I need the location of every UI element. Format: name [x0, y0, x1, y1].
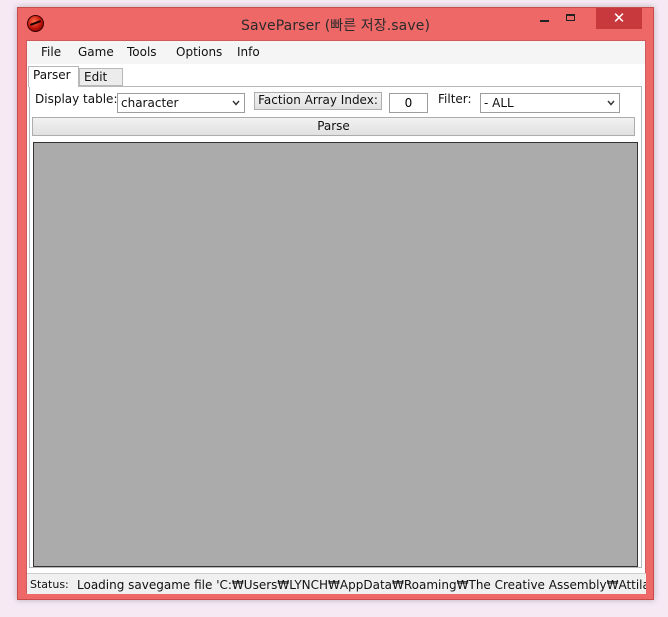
filter-value: - ALL: [484, 96, 514, 110]
faction-array-index-button[interactable]: Faction Array Index:: [254, 92, 382, 110]
minimize-icon: [540, 20, 549, 22]
menu-game[interactable]: Game: [78, 45, 114, 59]
tab-parser[interactable]: Parser: [28, 66, 79, 87]
client-area: File Game Tools Options Info Parser Edit…: [26, 40, 646, 594]
status-text: Loading savegame file 'C:₩Users₩LYNCH₩Ap…: [77, 578, 646, 592]
tab-strip: Parser Edit: [27, 64, 645, 87]
maximize-icon: [566, 14, 575, 21]
status-bar: Status: Loading savegame file 'C:₩Users₩…: [27, 573, 646, 594]
menu-file[interactable]: File: [41, 45, 61, 59]
menu-tools[interactable]: Tools: [127, 45, 157, 59]
chevron-down-icon: [232, 100, 240, 106]
display-table-value: character: [121, 96, 179, 110]
parse-button[interactable]: Parse: [32, 117, 635, 136]
menu-options[interactable]: Options: [176, 45, 222, 59]
tab-edit[interactable]: Edit: [79, 68, 123, 86]
app-window: SaveParser (빠른 저장.save) ✕ File Game Tool…: [17, 7, 654, 600]
maximize-button[interactable]: [558, 8, 585, 29]
close-button[interactable]: ✕: [596, 8, 642, 29]
filter-label: Filter:: [438, 92, 472, 106]
menu-info[interactable]: Info: [237, 45, 260, 59]
close-icon: ✕: [612, 9, 626, 27]
minimize-button[interactable]: [532, 8, 558, 29]
filter-select[interactable]: - ALL: [480, 93, 620, 113]
menu-bar: File Game Tools Options Info: [27, 41, 645, 64]
title-bar[interactable]: SaveParser (빠른 저장.save) ✕: [18, 8, 653, 40]
faction-index-input[interactable]: 0: [389, 93, 428, 113]
display-table-label: Display table:: [35, 92, 118, 106]
chevron-down-icon: [607, 100, 615, 106]
results-grid[interactable]: [33, 142, 638, 567]
display-table-select[interactable]: character: [117, 93, 245, 113]
status-label: Status:: [30, 578, 69, 591]
